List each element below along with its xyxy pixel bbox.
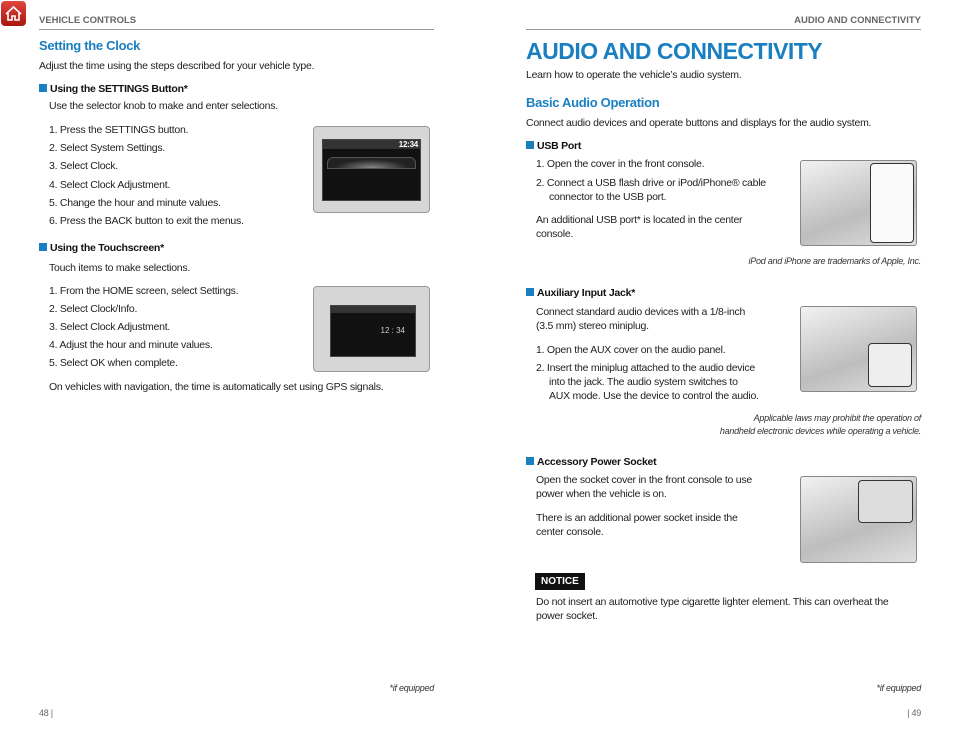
step: 2. Insert the miniplug attached to the a… <box>536 362 755 374</box>
touch-heading: Using the Touchscreen* <box>39 241 164 255</box>
usb-extra: console. <box>536 228 574 240</box>
aux-desc: (3.5 mm) stereo miniplug. <box>536 320 649 332</box>
law-note: Applicable laws may prohibit the operati… <box>753 413 922 423</box>
bullet-square-icon <box>526 457 534 465</box>
settings-heading: Using the SETTINGS Button* <box>39 82 188 96</box>
power-desc: power when the vehicle is on. <box>536 488 667 500</box>
heading-text: Using the Touchscreen* <box>50 242 164 254</box>
heading-text: Accessory Power Socket <box>537 456 657 468</box>
touchscreen-image: 12 : 34 <box>313 286 430 372</box>
intro-text: Learn how to operate the vehicle’s audio… <box>526 69 742 81</box>
home-button[interactable] <box>1 1 26 26</box>
footnote: *if equipped <box>389 683 434 693</box>
usb-extra: An additional USB port* is located in th… <box>536 214 743 226</box>
power-extra: center console. <box>536 526 604 538</box>
power-socket-illustration <box>800 476 917 563</box>
notice-badge: NOTICE <box>535 573 585 590</box>
power-extra: There is an additional power socket insi… <box>536 512 738 524</box>
step: 4. Select Clock Adjustment. <box>49 179 171 191</box>
page-number: | 49 <box>907 708 921 718</box>
touch-desc: Touch items to make selections. <box>49 262 191 274</box>
bullet-square-icon <box>39 243 47 251</box>
chapter-title: AUDIO AND CONNECTIVITY <box>526 38 823 64</box>
usb-port-illustration <box>800 160 917 246</box>
step: 1. Press the SETTINGS button. <box>49 124 189 136</box>
section-title: Basic Audio Operation <box>526 95 660 110</box>
step: connector to the USB port. <box>549 191 667 203</box>
screen-time: 12 : 34 <box>380 326 405 335</box>
usb-heading: USB Port <box>526 139 581 153</box>
bullet-square-icon <box>526 141 534 149</box>
home-icon <box>5 5 22 21</box>
notice-text: Do not insert an automotive type cigaret… <box>536 596 889 608</box>
heading-text: Using the SETTINGS Button* <box>50 83 188 95</box>
step: 3. Select Clock Adjustment. <box>49 321 171 333</box>
step: 1. Open the cover in the front console. <box>536 158 705 170</box>
step: 2. Connect a USB flash drive or iPod/iPh… <box>536 177 766 189</box>
trademark-note: iPod and iPhone are trademarks of Apple,… <box>748 256 921 266</box>
step: 3. Select Clock. <box>49 160 118 172</box>
aux-heading: Auxiliary Input Jack* <box>526 286 635 300</box>
step: AUX mode. Use the device to control the … <box>549 390 759 402</box>
step: 4. Adjust the hour and minute values. <box>49 339 213 351</box>
power-desc: Open the socket cover in the front conso… <box>536 474 752 486</box>
header-divider <box>39 29 434 30</box>
intro-text: Adjust the time using the steps describe… <box>39 60 315 72</box>
section-header: VEHICLE CONTROLS <box>39 15 137 26</box>
step: into the jack. The audio system switches… <box>549 376 738 388</box>
notice-text: power socket. <box>536 610 598 622</box>
step: 1. Open the AUX cover on the audio panel… <box>536 344 726 356</box>
step: 2. Select System Settings. <box>49 142 166 154</box>
page-number: 48 | <box>39 708 53 718</box>
step: 5. Select OK when complete. <box>49 357 178 369</box>
step: 1. From the HOME screen, select Settings… <box>49 285 239 297</box>
heading-text: USB Port <box>537 140 582 152</box>
power-heading: Accessory Power Socket <box>526 455 657 469</box>
page-title: Setting the Clock <box>39 38 141 53</box>
aux-desc: Connect standard audio devices with a 1/… <box>536 306 746 318</box>
gps-note: On vehicles with navigation, the time is… <box>49 381 384 393</box>
aux-jack-illustration <box>800 306 917 392</box>
bullet-square-icon <box>526 288 534 296</box>
section-desc: Connect audio devices and operate button… <box>526 117 872 129</box>
bullet-square-icon <box>39 84 47 92</box>
step: 6. Press the BACK button to exit the men… <box>49 215 244 227</box>
header-divider <box>526 29 921 30</box>
settings-desc: Use the selector knob to make and enter … <box>49 100 278 112</box>
footnote: *if equipped <box>876 683 921 693</box>
law-note: handheld electronic devices while operat… <box>719 426 921 436</box>
step: 5. Change the hour and minute values. <box>49 197 221 209</box>
settings-screen-image: 12:34 <box>313 126 430 213</box>
heading-text: Auxiliary Input Jack* <box>537 287 636 299</box>
screen-time: 12:34 <box>323 140 420 149</box>
step: 2. Select Clock/Info. <box>49 303 138 315</box>
section-header: AUDIO AND CONNECTIVITY <box>794 15 921 26</box>
